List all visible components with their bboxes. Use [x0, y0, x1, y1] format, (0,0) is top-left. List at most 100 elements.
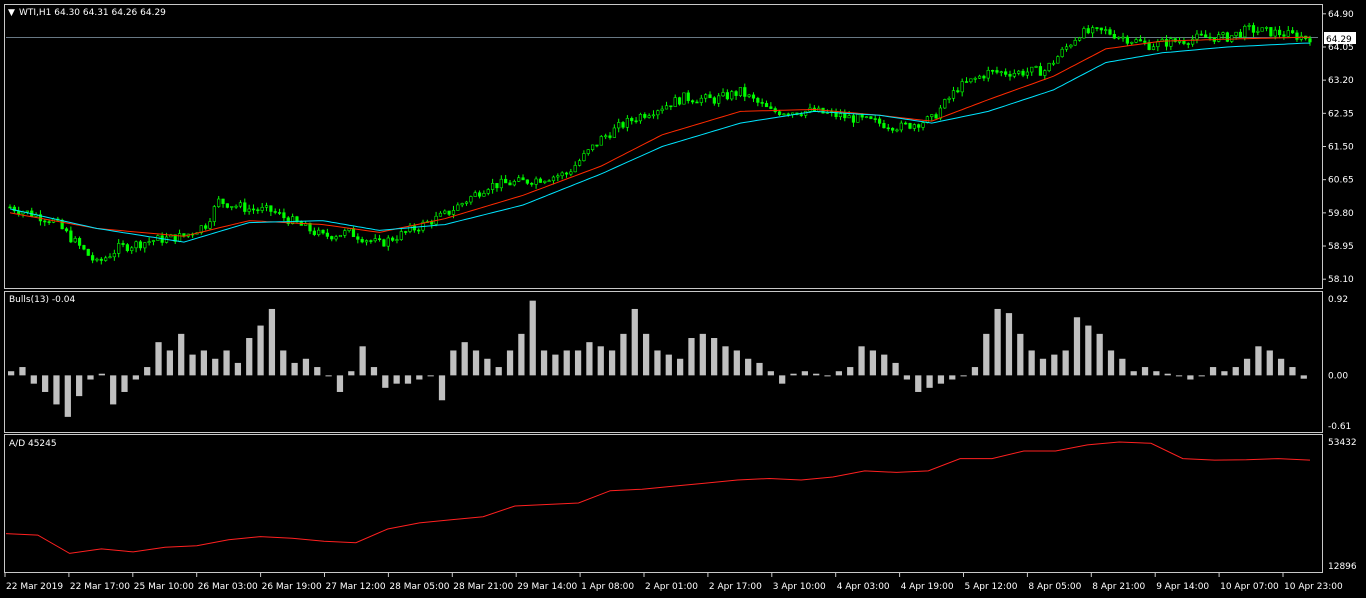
bulls-bar [983, 333, 990, 376]
bulls-bar [869, 350, 877, 376]
x-tick-label: 28 Mar 05:00 [389, 582, 449, 592]
candle-body [399, 231, 403, 240]
candle-body [473, 192, 477, 197]
candle-body [1104, 29, 1108, 31]
candle-body [482, 192, 486, 197]
candle-body [243, 202, 247, 212]
candle-body [704, 94, 708, 99]
candle-body [47, 221, 51, 223]
bulls-bar [711, 338, 718, 376]
candle-body [630, 118, 634, 122]
main-price-plot [6, 22, 1318, 265]
candle-body [708, 94, 712, 99]
bulls-bar [450, 350, 457, 376]
candle-body [221, 198, 225, 204]
candle-body [964, 81, 969, 83]
candle-body [643, 114, 647, 118]
y-tick-label: 58.95 [1328, 242, 1354, 252]
y-tick-label: 59.80 [1328, 209, 1354, 219]
bulls-bar [642, 333, 650, 376]
candle-body [108, 256, 112, 259]
bulls-bar [416, 375, 423, 380]
candle-body [573, 165, 577, 173]
candle-body [899, 122, 903, 131]
candle-body [438, 212, 443, 217]
candle-body [1243, 26, 1247, 38]
candle-body [147, 241, 151, 243]
candle-body [456, 204, 460, 211]
candle-body [543, 180, 547, 183]
candle-body [799, 114, 803, 116]
candle-body [947, 97, 951, 100]
candle-body [577, 160, 582, 166]
candle-body [521, 177, 525, 181]
candle-body [1282, 34, 1286, 37]
candle-body [660, 108, 664, 112]
candle-body [599, 136, 603, 146]
candle-body [1069, 44, 1073, 48]
bulls-bar [1107, 350, 1115, 376]
x-tick-label: 9 Apr 14:00 [1156, 582, 1209, 592]
candle-body [130, 247, 134, 251]
candle-body [251, 208, 256, 211]
bulls-bar [1175, 375, 1183, 377]
bulls-bar [359, 346, 366, 376]
bulls-bar [1051, 354, 1058, 376]
bulls-bar [937, 375, 945, 384]
candle-body [869, 116, 873, 119]
candle-body [91, 255, 95, 261]
candle-body [1030, 66, 1034, 73]
bulls-bar [472, 350, 480, 376]
bulls-bar [1209, 367, 1217, 376]
current-price-tag: 64.29 [1326, 35, 1352, 45]
candle-body [1251, 25, 1256, 33]
bulls-bar [1221, 371, 1228, 376]
candle-body [308, 223, 312, 232]
candle-body [273, 211, 277, 213]
candle-body [117, 243, 121, 254]
candle-body [334, 236, 338, 240]
candle-body [382, 239, 386, 247]
bulls-bar [926, 375, 933, 388]
candle-body [1169, 38, 1173, 47]
candle-body [838, 113, 843, 117]
bulls-bar [858, 346, 865, 376]
y-tick-label: 64.90 [1328, 10, 1354, 20]
candle-body [373, 238, 377, 242]
collapse-arrow-icon[interactable]: ▼ [8, 8, 15, 18]
candle-body [986, 70, 990, 79]
candle-body [973, 77, 977, 80]
candle-body [451, 210, 456, 215]
bulls-bar [212, 358, 219, 376]
candle-body [934, 114, 938, 119]
candle-body [256, 209, 260, 212]
candle-body [921, 122, 925, 128]
candle-body [351, 228, 356, 238]
candle-body [904, 122, 908, 125]
candle-body [1060, 48, 1064, 57]
candle-body [999, 71, 1003, 73]
bulls-bar [427, 375, 434, 377]
candle-body [377, 238, 382, 241]
candle-body [1199, 33, 1203, 36]
candle-body [525, 179, 529, 184]
candle-body [1204, 34, 1208, 38]
candle-body [1269, 27, 1273, 37]
bulls-bar [892, 362, 899, 376]
candle-body [677, 97, 682, 105]
x-tick-label: 10 Apr 07:00 [1220, 582, 1279, 592]
candle-body [1225, 32, 1229, 42]
candle-body [769, 106, 773, 109]
candle-body [1295, 32, 1299, 40]
candle-body [1025, 71, 1029, 76]
bulls-bar [790, 373, 797, 376]
candle-body [317, 229, 321, 235]
candle-body [138, 241, 143, 249]
candle-body [1277, 29, 1282, 36]
bulls-bar [1300, 375, 1307, 379]
bulls-bar [1130, 371, 1137, 376]
x-tick-label: 28 Mar 21:00 [453, 582, 513, 592]
candle-body [747, 94, 751, 97]
bulls-bar [1198, 375, 1205, 377]
candle-body [843, 113, 847, 119]
